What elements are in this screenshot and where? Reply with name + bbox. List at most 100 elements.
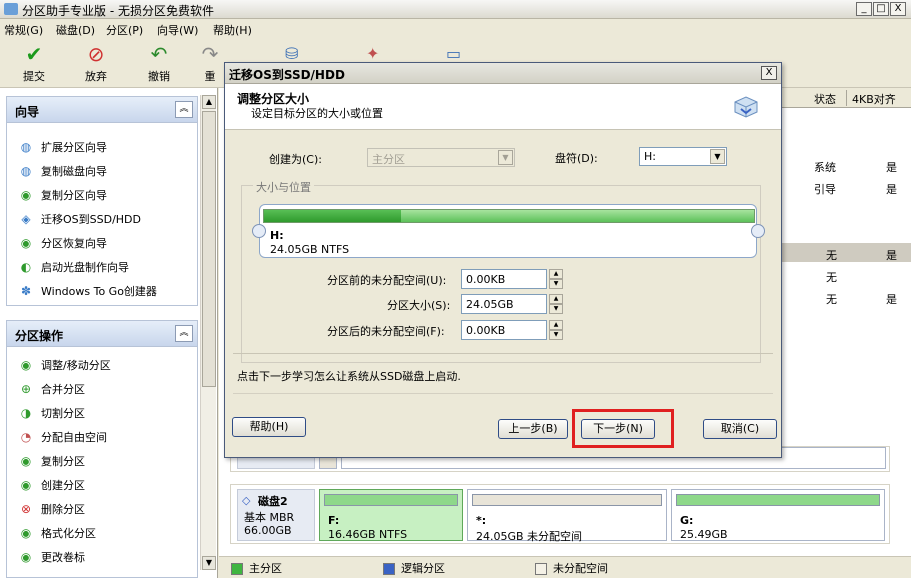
- spin-down-icon[interactable]: ▼: [549, 279, 563, 289]
- partition-ops-panel: 分区操作 ︽ ◉ 调整/移动分区 ⊕ 合并分区 ◑ 切割分区 ◔ 分配自由空间 ◉ 复制分…: [6, 320, 198, 578]
- ops-item-merge[interactable]: ⊕ 合并分区: [17, 381, 85, 401]
- wizard-item-label: 复制分区向导: [41, 189, 107, 202]
- discard-button[interactable]: ⊘ 放弃: [74, 42, 118, 84]
- collapse-chevron-icon[interactable]: ︽: [175, 101, 193, 118]
- ops-item-label-change[interactable]: ◉ 更改卷标: [17, 549, 85, 569]
- change-label-icon: ◉: [20, 550, 32, 564]
- scroll-down-arrow-icon[interactable]: ▼: [202, 556, 216, 570]
- sidebar-scrollbar[interactable]: ▲ ▼: [200, 95, 216, 570]
- dialog-close-button[interactable]: X: [761, 66, 777, 80]
- disk2-info[interactable]: ◇ 磁盘2 基本 MBR 66.00GB: [237, 489, 315, 541]
- toolbar-disk-icon[interactable]: ⛁: [285, 44, 307, 63]
- legend-primary-label: 主分区: [249, 562, 282, 575]
- status-column-header[interactable]: 状态: [814, 91, 836, 107]
- minimize-button[interactable]: _: [856, 2, 872, 16]
- ops-item-label: 调整/移动分区: [41, 359, 111, 372]
- undo-button[interactable]: ↶ 撤销: [137, 42, 181, 84]
- partition-g-size: 25.49GB: [680, 528, 728, 541]
- ops-item-copy[interactable]: ◉ 复制分区: [17, 453, 85, 473]
- copy-partition-icon: ◉: [20, 188, 32, 202]
- ops-item-split[interactable]: ◑ 切割分区: [17, 405, 85, 425]
- divider: [233, 353, 773, 354]
- create-as-label: 创建为(C):: [269, 153, 322, 166]
- scroll-up-arrow-icon[interactable]: ▲: [202, 95, 216, 109]
- ops-item-label: 创建分区: [41, 479, 85, 492]
- wizard-item-recovery[interactable]: ◉ 分区恢复向导: [17, 235, 107, 255]
- copy-disk-icon: ◍: [20, 164, 32, 178]
- legend-unallocated: 未分配空间: [535, 560, 608, 576]
- expand-partition-icon: ◍: [20, 140, 32, 154]
- slider-right-handle[interactable]: [751, 224, 765, 238]
- partition-f[interactable]: F: 16.46GB NTFS: [319, 489, 463, 541]
- ops-item-resize[interactable]: ◉ 调整/移动分区: [17, 357, 111, 377]
- partition-unallocated-size: 24.05GB 未分配空间: [476, 530, 583, 543]
- partition-usage-bar: [263, 209, 755, 223]
- spin-down-icon[interactable]: ▼: [549, 330, 563, 340]
- prev-button[interactable]: 上一步(B): [498, 419, 568, 439]
- wizard-item-copy-disk[interactable]: ◍ 复制磁盘向导: [17, 163, 107, 183]
- check-icon: ✔: [25, 42, 43, 66]
- grid-status: 无: [826, 271, 837, 284]
- grid-aligned: 是: [886, 183, 897, 196]
- menu-partition[interactable]: 分区(P): [106, 22, 143, 38]
- slider-left-handle[interactable]: [252, 224, 266, 238]
- commit-button[interactable]: ✔ 提交: [12, 42, 56, 84]
- partition-unallocated-name: *:: [476, 514, 487, 527]
- partition-unallocated[interactable]: *: 24.05GB 未分配空间: [467, 489, 667, 543]
- toolbar-tools-icon[interactable]: ✦: [366, 44, 388, 63]
- wizard-item-label: 扩展分区向导: [41, 141, 107, 154]
- menu-bar: 常规(G) 磁盘(D) 分区(P) 向导(W) 帮助(H): [0, 19, 911, 38]
- ops-item-create[interactable]: ◉ 创建分区: [17, 477, 85, 497]
- grid-status: 引导: [814, 183, 836, 196]
- partition-g[interactable]: G: 25.49GB: [671, 489, 885, 541]
- disk2-type: 基本 MBR: [244, 511, 295, 524]
- disk2-row: ◇ 磁盘2 基本 MBR 66.00GB F: 16.46GB NTFS *: …: [230, 484, 890, 544]
- collapse-chevron-icon[interactable]: ︽: [175, 325, 193, 342]
- redo-button[interactable]: ↷ 重: [196, 42, 224, 84]
- ops-item-allocate[interactable]: ◔ 分配自由空间: [17, 429, 107, 449]
- partition-f-usage-bar: [324, 494, 458, 506]
- partition-resize-slider[interactable]: H: 24.05GB NTFS: [259, 204, 757, 258]
- menu-wizard[interactable]: 向导(W): [157, 22, 198, 38]
- chevron-down-icon[interactable]: ▼: [710, 149, 725, 164]
- slider-partition-size: 24.05GB NTFS: [270, 243, 350, 256]
- help-button[interactable]: 帮助(H): [232, 417, 306, 437]
- disk-icon: ◇: [242, 494, 251, 507]
- drive-letter-select[interactable]: H: ▼: [639, 147, 727, 166]
- ops-item-delete[interactable]: ⊗ 删除分区: [17, 501, 85, 521]
- spin-up-icon[interactable]: ▲: [549, 294, 563, 304]
- spin-up-icon[interactable]: ▲: [549, 320, 563, 330]
- ops-panel-title: 分区操作: [15, 329, 64, 343]
- legend-primary: 主分区: [231, 560, 282, 576]
- maximize-button[interactable]: □: [873, 2, 889, 16]
- chevron-down-icon: ▼: [498, 150, 513, 165]
- ops-item-format[interactable]: ◉ 格式化分区: [17, 525, 96, 545]
- menu-disk[interactable]: 磁盘(D): [56, 22, 95, 38]
- wizard-item-copy-partition[interactable]: ◉ 复制分区向导: [17, 187, 107, 207]
- wizard-item-bootcd[interactable]: ◐ 启动光盘制作向导: [17, 259, 129, 279]
- partition-used-fill: [264, 210, 402, 222]
- wizard-item-windows-to-go[interactable]: ✽ Windows To Go创建器: [17, 283, 157, 303]
- wizard-item-migrate-os[interactable]: ◈ 迁移OS到SSD/HDD: [17, 211, 141, 231]
- size-position-group-label: 大小与位置: [253, 179, 314, 195]
- scrollbar-thumb[interactable]: [202, 111, 216, 387]
- boot-cd-icon: ◐: [20, 260, 32, 274]
- cancel-button[interactable]: 取消(C): [703, 419, 777, 439]
- menu-general[interactable]: 常规(G): [4, 22, 43, 38]
- close-window-button[interactable]: X: [890, 2, 906, 16]
- legend-unallocated-label: 未分配空间: [553, 562, 608, 575]
- split-icon: ◑: [20, 406, 32, 420]
- partition-g-name: G:: [680, 514, 694, 527]
- partition-size-value: 24.05GB: [466, 298, 514, 311]
- toolbar-drive-icon[interactable]: ▭: [446, 44, 468, 63]
- menu-help[interactable]: 帮助(H): [213, 22, 252, 38]
- grid-header: 状态 4KB对齐: [780, 88, 911, 108]
- wizard-panel-title: 向导: [15, 105, 40, 119]
- aligned-column-header[interactable]: 4KB对齐: [852, 91, 896, 107]
- after-space-value: 0.00KB: [466, 324, 506, 337]
- spin-down-icon[interactable]: ▼: [549, 304, 563, 314]
- create-icon: ◉: [20, 478, 32, 492]
- spin-up-icon[interactable]: ▲: [549, 269, 563, 279]
- next-button-highlight: [572, 409, 674, 448]
- wizard-item-extend[interactable]: ◍ 扩展分区向导: [17, 139, 107, 159]
